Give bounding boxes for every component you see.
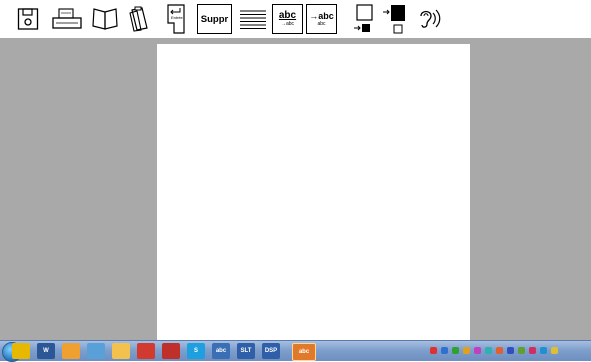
slt-app-taskbar-button[interactable]: SLT (237, 343, 255, 359)
abc-app-icon: abc (215, 348, 227, 354)
delete-button-label: Suppr (200, 13, 229, 25)
slt-app-icon: SLT (240, 348, 252, 354)
document-page[interactable] (157, 44, 470, 340)
speech-ear-icon (420, 9, 441, 28)
enter-key-button[interactable]: Entrée (165, 4, 187, 34)
black-to-white-icon (383, 5, 405, 34)
delete-button[interactable]: Suppr (197, 4, 232, 34)
folder-taskbar-button[interactable] (112, 343, 130, 359)
save-button[interactable] (16, 4, 40, 34)
save-icon (17, 8, 39, 30)
print-button[interactable] (50, 4, 84, 34)
open-book-button[interactable] (89, 4, 121, 34)
justify-lines-icon (240, 10, 266, 29)
word-taskbar-button[interactable]: W (37, 343, 55, 359)
enter-key-label: Entrée (171, 15, 183, 20)
workspace (0, 38, 591, 340)
tray-icon[interactable] (441, 347, 448, 354)
chrome-taskbar-button[interactable] (12, 343, 30, 359)
text-size-large-label: →abc (309, 11, 334, 21)
app-red2-taskbar-button[interactable] (162, 343, 180, 359)
text-size-large-button[interactable]: →abc abc (306, 4, 337, 34)
open-book-icon (92, 8, 118, 30)
text-size-small-sub: →abc (280, 21, 295, 27)
tray-icon[interactable] (540, 347, 547, 354)
tray-icon[interactable] (463, 347, 470, 354)
tray-icon[interactable] (551, 347, 558, 354)
clipboard-icon (129, 6, 148, 32)
app-red-taskbar-button[interactable] (137, 343, 155, 359)
speech-button[interactable] (416, 4, 442, 34)
abc-app-taskbar-button[interactable]: abc (212, 343, 230, 359)
print-icon (52, 8, 82, 29)
text-size-large-sub: abc (317, 21, 326, 27)
toolbar: Entrée Suppr abc →abc →abc abc (0, 0, 591, 39)
dsp-app-taskbar-button[interactable]: DSP (262, 343, 280, 359)
taskbar: W Sabc SLT DSP abc (0, 340, 591, 362)
dsp-app-icon: DSP (264, 348, 278, 354)
abc-active-taskbar-button[interactable]: abc (292, 343, 316, 361)
tray-icon[interactable] (485, 347, 492, 354)
skype-icon: S (193, 348, 198, 354)
abc-active-icon: abc (298, 349, 310, 355)
white-to-black-icon (354, 4, 373, 32)
tray-icon[interactable] (529, 347, 536, 354)
tray-icon[interactable] (496, 347, 503, 354)
paint-taskbar-button[interactable] (62, 343, 80, 359)
tray-icon[interactable] (430, 347, 437, 354)
justify-lines-button[interactable] (238, 4, 268, 34)
black-to-white-button[interactable] (380, 4, 410, 34)
skype-taskbar-button[interactable]: S (187, 343, 205, 359)
network-taskbar-button[interactable] (87, 343, 105, 359)
tray-icon[interactable] (518, 347, 525, 354)
clipboard-button[interactable] (126, 4, 152, 34)
tray-icon[interactable] (474, 347, 481, 354)
tray-icon[interactable] (507, 347, 514, 354)
word-icon: W (43, 348, 49, 354)
text-size-small-label: abc (278, 10, 297, 21)
tray-icon[interactable] (452, 347, 459, 354)
white-to-black-button[interactable] (351, 4, 375, 34)
text-size-small-button[interactable]: abc →abc (272, 4, 303, 34)
